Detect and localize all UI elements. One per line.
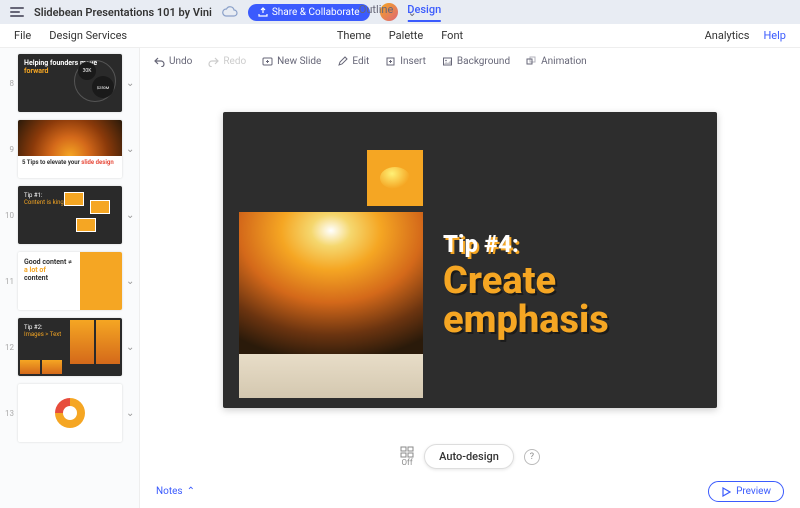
auto-design-button[interactable]: Auto-design (424, 444, 514, 469)
cloud-sync-icon[interactable] (222, 6, 238, 18)
slide-heading: Tip #4: (443, 230, 609, 258)
menu-design-services[interactable]: Design Services (49, 29, 127, 42)
editor-area: Undo Redo New Slide Edit Insert Backgrou… (140, 48, 800, 508)
grid-icon (400, 446, 414, 458)
animation-button[interactable]: Animation (526, 56, 587, 67)
thumbnail-row[interactable]: 13 ⌄ (4, 384, 135, 442)
menu-font[interactable]: Font (441, 29, 463, 42)
current-slide[interactable]: Tip #4: Createemphasis (223, 112, 717, 408)
play-icon (721, 487, 731, 497)
preview-button[interactable]: Preview (708, 481, 784, 502)
slide-number: 8 (4, 79, 14, 88)
slide-thumbnails[interactable]: 8 Helping founders move forward 30K $250… (0, 48, 140, 508)
slide-controls: Off Auto-design ? (140, 438, 800, 475)
menu-bar: File Design Services Theme Palette Font … (0, 24, 800, 48)
notes-toggle[interactable]: Notes⌃ (156, 486, 195, 497)
background-button[interactable]: Background (442, 56, 510, 67)
chevron-up-icon: ⌃ (187, 486, 195, 497)
chevron-down-icon[interactable]: ⌄ (126, 144, 134, 155)
title-bar: Slidebean Presentations 101 by Vini Outl… (0, 0, 800, 24)
menu-help[interactable]: Help (763, 29, 786, 42)
redo-button[interactable]: Redo (208, 56, 246, 67)
slide-number: 10 (4, 211, 14, 220)
slide-number: 12 (4, 343, 14, 352)
new-slide-button[interactable]: New Slide (262, 56, 321, 67)
thumbnail-slide-10[interactable]: Tip #1:Content is king (18, 186, 122, 244)
grid-toggle[interactable]: Off (400, 446, 414, 467)
document-title: Slidebean Presentations 101 by Vini (34, 6, 212, 19)
share-label: Share & Collaborate (272, 7, 360, 18)
menu-analytics[interactable]: Analytics (705, 29, 750, 42)
slide-number: 9 (4, 145, 14, 154)
menu-file[interactable]: File (14, 29, 31, 42)
thumbnail-slide-9[interactable]: 5 Tips to elevate your slide design (18, 120, 122, 178)
editor-toolbar: Undo Redo New Slide Edit Insert Backgrou… (140, 48, 800, 75)
slide-number: 11 (4, 277, 14, 286)
chevron-down-icon[interactable]: ⌄ (126, 408, 134, 419)
slide-image-lemon[interactable] (367, 150, 423, 206)
share-button[interactable]: Share & Collaborate (248, 4, 370, 21)
menu-palette[interactable]: Palette (389, 29, 423, 42)
undo-button[interactable]: Undo (154, 56, 192, 67)
tab-outline[interactable]: Outline (359, 3, 394, 22)
slide-stage: Tip #4: Createemphasis (140, 75, 800, 438)
editor-footer: Notes⌃ Preview (140, 475, 800, 508)
chevron-down-icon[interactable]: ⌄ (126, 276, 134, 287)
slide-text[interactable]: Tip #4: Createemphasis (443, 230, 609, 342)
tab-design[interactable]: Design (407, 3, 441, 22)
thumbnail-row[interactable]: 12 Tip #2:Images > Text ⌄ (4, 318, 135, 376)
edit-button[interactable]: Edit (337, 56, 369, 67)
thumbnail-slide-13[interactable] (18, 384, 122, 442)
slide-number: 13 (4, 409, 14, 418)
menu-theme[interactable]: Theme (337, 29, 371, 42)
thumbnail-row[interactable]: 11 Good content ≠a lot ofcontent ⌄ (4, 252, 135, 310)
thumbnail-slide-12[interactable]: Tip #2:Images > Text (18, 318, 122, 376)
insert-button[interactable]: Insert (385, 56, 426, 67)
help-icon[interactable]: ? (524, 449, 540, 465)
menu-icon[interactable] (10, 7, 24, 17)
share-icon (258, 7, 268, 17)
view-tabs: Outline Design (359, 3, 441, 22)
slide-image-tunnel[interactable] (239, 212, 423, 398)
chevron-down-icon[interactable]: ⌄ (126, 78, 134, 89)
thumbnail-row[interactable]: 8 Helping founders move forward 30K $250… (4, 54, 135, 112)
chevron-down-icon[interactable]: ⌄ (126, 342, 134, 353)
chevron-down-icon[interactable]: ⌄ (126, 210, 134, 221)
thumbnail-row[interactable]: 10 Tip #1:Content is king ⌄ (4, 186, 135, 244)
thumbnail-slide-11[interactable]: Good content ≠a lot ofcontent (18, 252, 122, 310)
thumbnail-row[interactable]: 9 5 Tips to elevate your slide design ⌄ (4, 120, 135, 178)
thumbnail-slide-8[interactable]: Helping founders move forward 30K $250M (18, 54, 122, 112)
